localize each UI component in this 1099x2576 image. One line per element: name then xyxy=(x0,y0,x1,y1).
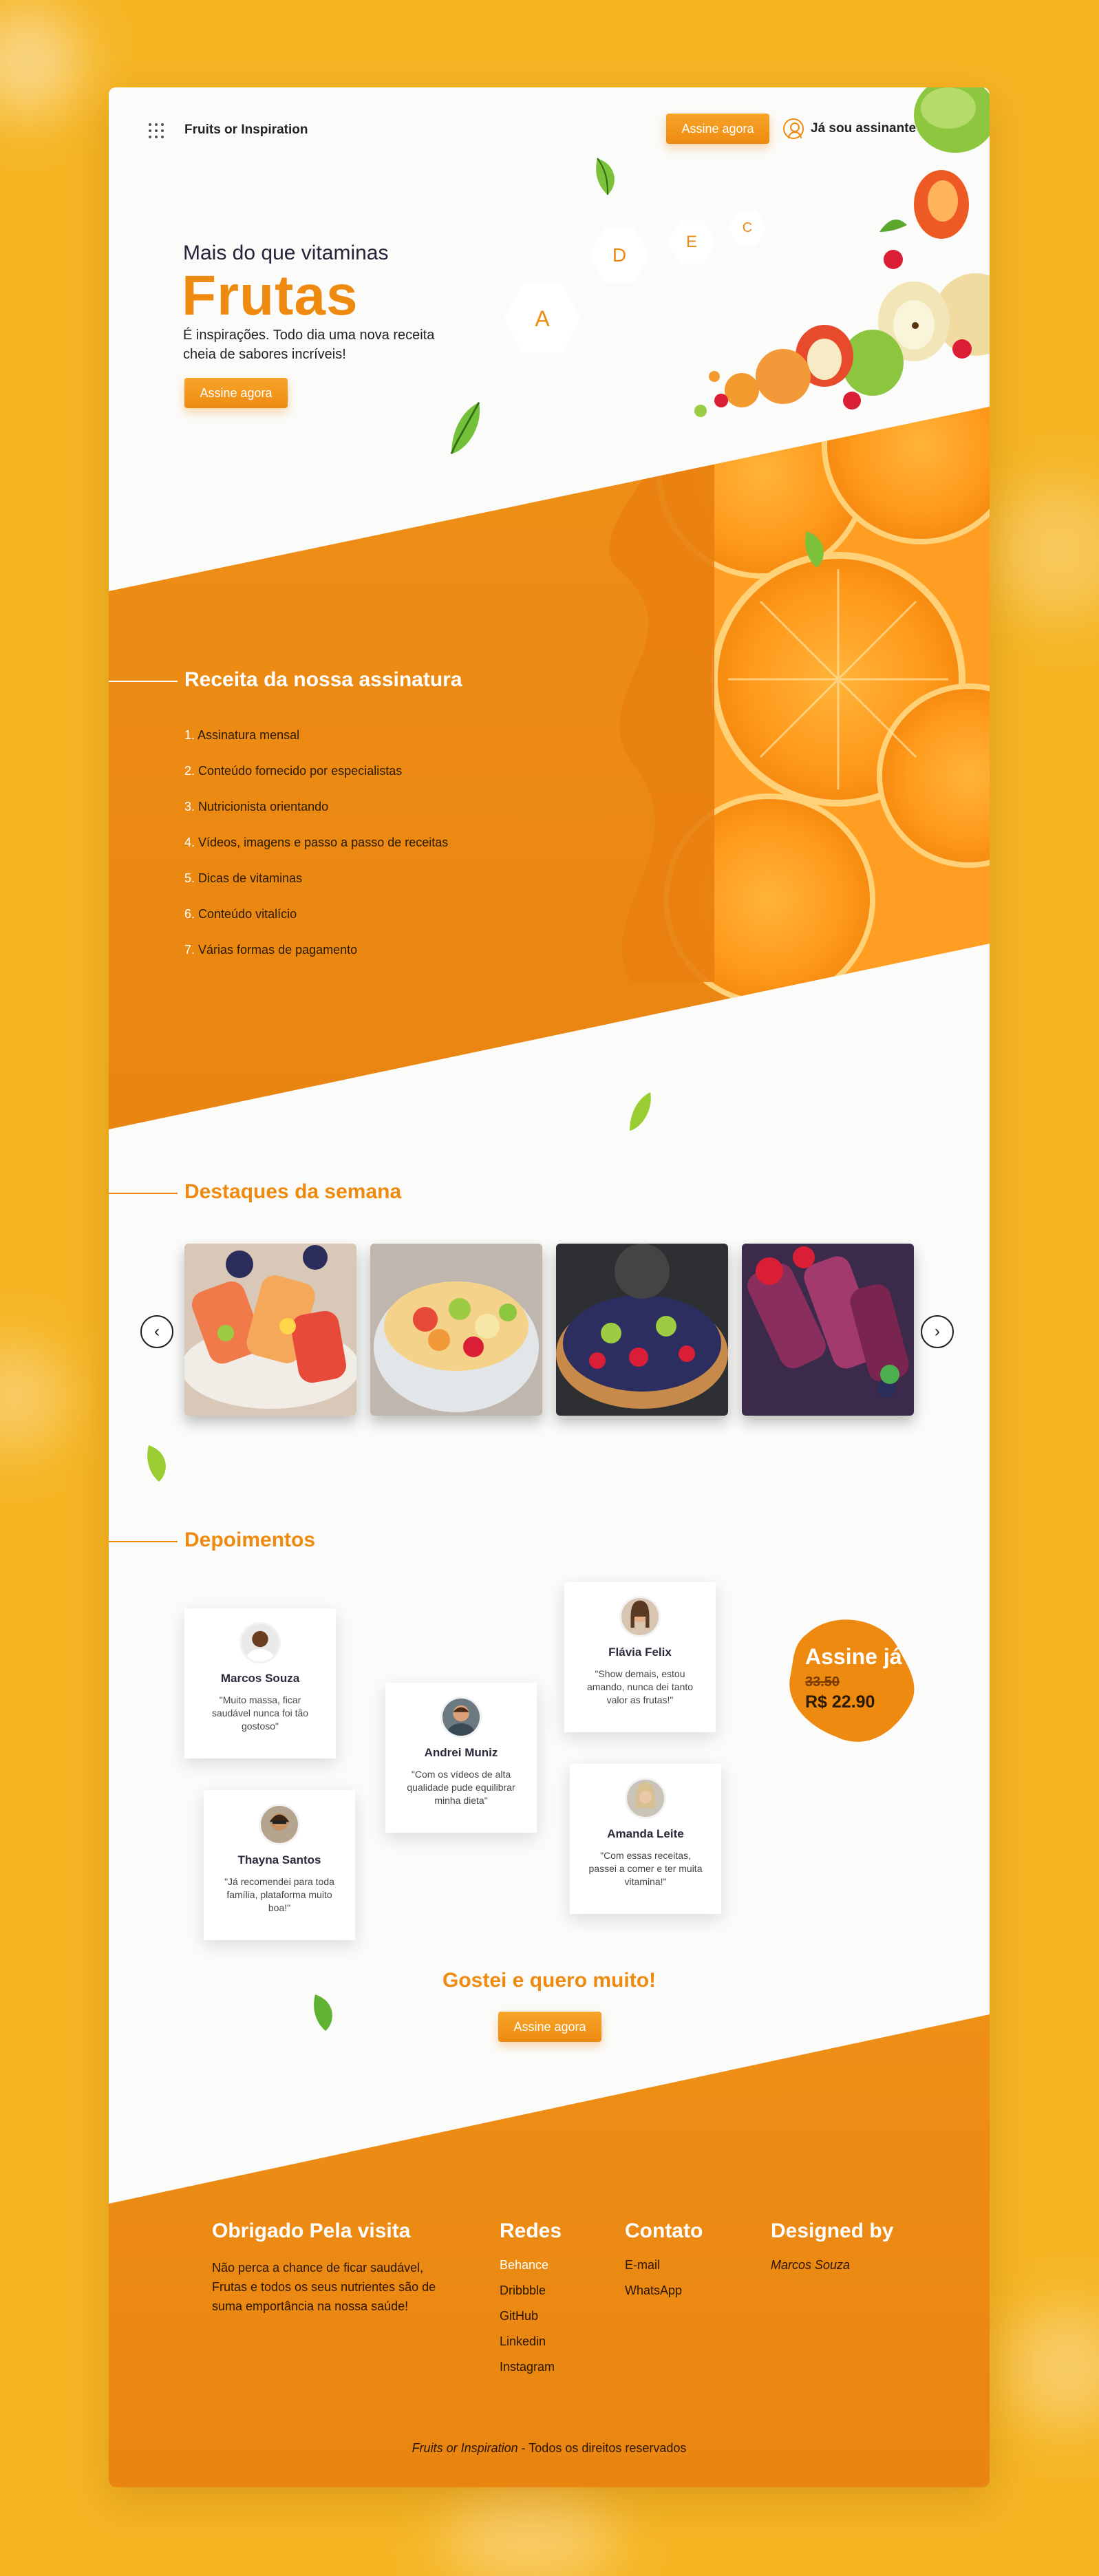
carousel-item-fruit-salad[interactable] xyxy=(370,1244,542,1416)
subscribe-button-hero[interactable]: Assine agora xyxy=(184,378,288,408)
testimonial-name: Andrei Muniz xyxy=(424,1746,498,1759)
testimonial-card: Amanda Leite "Com essas receitas, passei… xyxy=(570,1764,721,1914)
avatar xyxy=(239,1622,281,1663)
carousel-prev-button[interactable]: ‹ xyxy=(140,1315,173,1348)
footer-designed: Designed by Marcos Souza xyxy=(771,2220,893,2284)
list-item: 3. Nutricionista orientando xyxy=(184,800,329,813)
testimonial-name: Marcos Souza xyxy=(220,1672,300,1685)
leaf-icon xyxy=(147,1445,166,1482)
list-item: 5. Dicas de vitaminas xyxy=(184,871,303,885)
footer-thanks: Obrigado Pela visita Não perca a chance … xyxy=(212,2220,460,2316)
testimonial-name: Thayna Santos xyxy=(237,1853,321,1866)
list-item: 7. Várias formas de pagamento xyxy=(184,943,358,957)
chevron-right-icon: › xyxy=(935,1322,940,1341)
testimonial-text: "Show demais, estou amando, nunca dei ta… xyxy=(586,1668,694,1705)
carousel-next-button[interactable]: › xyxy=(921,1315,954,1348)
footer-link-behance[interactable]: Behance xyxy=(500,2258,562,2284)
testimonial-name: Amanda Leite xyxy=(607,1827,684,1840)
list-item: 1. Assinatura mensal xyxy=(184,728,300,742)
cta-title: Gostei e quero muito! xyxy=(442,1969,657,1992)
list-item: 6. Conteúdo vitalício xyxy=(184,907,297,921)
footer-designer-link[interactable]: Marcos Souza xyxy=(771,2258,893,2284)
menu-grid-icon[interactable] xyxy=(149,123,164,138)
offer-badge[interactable]: Assine já 33.50 R$ 22.90 xyxy=(787,1612,918,1750)
leaf-icon xyxy=(596,158,615,195)
offer-price: R$ 22.90 xyxy=(805,1692,875,1712)
hero-text: É inspirações. Todo dia uma nova receita… xyxy=(183,328,435,362)
testimonial-name: Flávia Felix xyxy=(608,1646,672,1659)
features-title: Receita da nossa assinatura xyxy=(184,668,462,691)
hero-subtitle: Mais do que vitaminas xyxy=(183,242,389,264)
footer-link-email[interactable]: E-mail xyxy=(625,2258,703,2284)
testimonial-text: "Já recomendei para toda família, plataf… xyxy=(224,1876,334,1913)
footer-link-dribbble[interactable]: Dribbble xyxy=(500,2284,562,2309)
subscribe-button-cta[interactable]: Assine agora xyxy=(498,2012,601,2042)
footer-link-github[interactable]: GitHub xyxy=(500,2309,562,2334)
avatar xyxy=(619,1596,661,1637)
list-item: 4. Vídeos, imagens e passo a passo de re… xyxy=(184,835,449,849)
footer-contact-title: Contato xyxy=(625,2220,703,2242)
footer-thanks-text: Não perca a chance de ficar saudável, Fr… xyxy=(212,2261,436,2313)
highlights-carousel xyxy=(184,1244,914,1416)
avatar xyxy=(259,1804,300,1845)
testimonial-card: Thayna Santos "Já recomendei para toda f… xyxy=(204,1790,355,1940)
hero-title: Frutas xyxy=(182,264,359,327)
brand-name[interactable]: Fruits or Inspiration xyxy=(184,123,308,138)
section-divider xyxy=(109,1193,178,1194)
carousel-item-berry-popsicle[interactable] xyxy=(742,1244,914,1416)
copyright-text: - Todos os direitos reservados xyxy=(518,2441,687,2455)
testimonial-card: Andrei Muniz "Com os vídeos de alta qual… xyxy=(385,1683,537,1833)
carousel-item-berry-tart[interactable] xyxy=(556,1244,728,1416)
section-divider xyxy=(109,1541,178,1542)
testimonial-card: Flávia Felix "Show demais, estou amando,… xyxy=(564,1582,716,1732)
list-item: 2. Conteúdo fornecido por especialistas xyxy=(184,764,403,778)
footer-thanks-title: Obrigado Pela visita xyxy=(212,2220,411,2242)
vitamin-hex-a: A xyxy=(504,284,581,354)
footer-link-instagram[interactable]: Instagram xyxy=(500,2360,562,2385)
footer-link-linkedin[interactable]: Linkedin xyxy=(500,2334,562,2360)
footer-designed-title: Designed by xyxy=(771,2220,894,2242)
leaf-icon xyxy=(450,402,480,454)
offer-title: Assine já xyxy=(805,1644,902,1669)
page-card: Fruits or Inspiration Assine agora Já so… xyxy=(109,87,990,2487)
carousel-item-popsicle-fruit[interactable] xyxy=(184,1244,356,1416)
testimonial-text: "Com os vídeos de alta qualidade pude eq… xyxy=(407,1769,515,1806)
features-list: 1. Assinatura mensal 2. Conteúdo forneci… xyxy=(184,727,448,978)
highlights-title: Destaques da semana xyxy=(184,1180,402,1203)
fruit-cluster-image xyxy=(694,87,990,417)
avatar xyxy=(440,1696,482,1738)
copyright: Fruits or Inspiration - Todos os direito… xyxy=(109,2441,990,2456)
leaf-icon xyxy=(314,1994,332,2031)
vitamin-hex-d: D xyxy=(589,228,650,283)
leaf-icon xyxy=(630,1092,651,1131)
footer-contact: Contato E-mail WhatsApp xyxy=(625,2220,703,2309)
testimonial-card: Marcos Souza "Muito massa, ficar saudáve… xyxy=(184,1608,336,1758)
footer-link-whatsapp[interactable]: WhatsApp xyxy=(625,2284,703,2309)
avatar xyxy=(625,1778,666,1819)
testimonials-title: Depoimentos xyxy=(184,1529,316,1551)
testimonial-text: "Muito massa, ficar saudável nunca foi t… xyxy=(211,1694,309,1732)
chevron-left-icon: ‹ xyxy=(154,1322,160,1341)
section-divider xyxy=(109,681,178,682)
offer-old-price: 33.50 xyxy=(805,1674,840,1690)
testimonial-text: "Com essas receitas, passei a comer e te… xyxy=(588,1850,703,1887)
leaf-icon xyxy=(805,531,824,568)
footer-social-title: Redes xyxy=(500,2220,562,2242)
footer-social: Redes Behance Dribbble GitHub Linkedin I… xyxy=(500,2220,562,2385)
copyright-brand: Fruits or Inspiration xyxy=(412,2441,518,2455)
